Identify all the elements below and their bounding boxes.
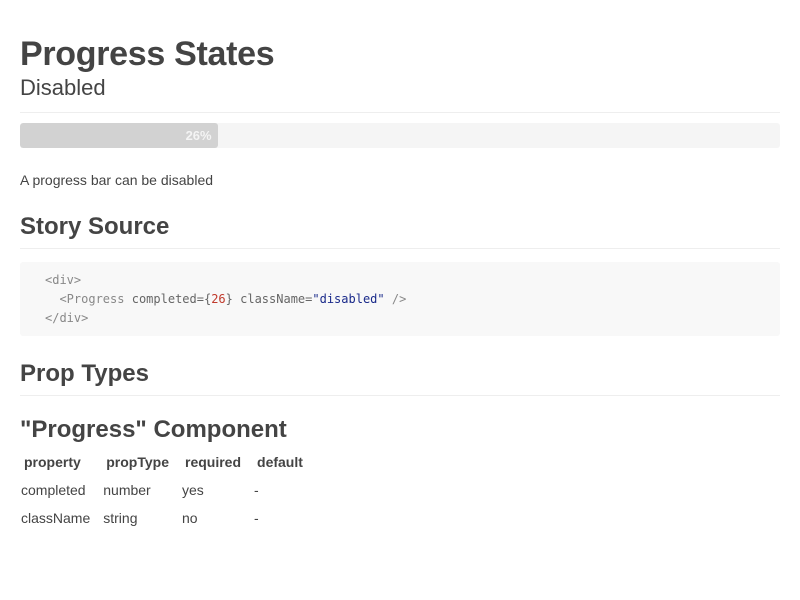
cell-required: no xyxy=(182,510,198,526)
code-number: 26 xyxy=(211,292,226,306)
divider xyxy=(20,248,780,249)
page-subtitle: Disabled xyxy=(20,75,106,100)
progress-bar: 26% xyxy=(20,123,780,148)
cell-required: yes xyxy=(182,482,204,498)
cell-property: className xyxy=(21,510,91,526)
code-brace-close: } xyxy=(225,292,233,306)
code-self-close: /> xyxy=(391,292,407,306)
cell-default: - xyxy=(254,510,259,526)
code-open-tag: <div> xyxy=(45,273,82,287)
column-header-proptype: propType xyxy=(106,454,169,470)
column-header-property: property xyxy=(24,454,81,470)
story-page: Progress States Disabled 26% A progress … xyxy=(0,0,800,532)
page-title: Progress States xyxy=(20,35,275,73)
table-row: className string no - xyxy=(20,504,315,532)
table-row: completed number yes - xyxy=(20,476,315,504)
story-description: A progress bar can be disabled xyxy=(20,172,214,188)
table-header-row: property propType required default xyxy=(20,448,315,476)
divider xyxy=(20,112,780,113)
prop-types-heading: Prop Types xyxy=(20,360,149,387)
cell-property: completed xyxy=(21,482,86,498)
code-string: "disabled" xyxy=(312,292,385,306)
code-component-tag: <Progress xyxy=(59,292,125,306)
column-header-default: default xyxy=(257,454,303,470)
cell-proptype: string xyxy=(103,510,138,526)
cell-proptype: number xyxy=(103,482,151,498)
progress-label: 26% xyxy=(185,128,212,143)
prop-types-table: property propType required default compl… xyxy=(20,448,315,532)
component-heading: "Progress" Component xyxy=(20,416,287,443)
column-header-required: required xyxy=(185,454,242,470)
cell-default: - xyxy=(254,482,259,498)
story-source-code: <div> <Progress completed={26} className… xyxy=(20,262,780,336)
story-source-heading: Story Source xyxy=(20,213,170,240)
code-attr-classname: className= xyxy=(240,292,313,306)
code-attr-completed: completed= xyxy=(131,292,204,306)
divider xyxy=(20,395,780,396)
code-close-tag: </div> xyxy=(45,311,89,325)
progress-fill: 26% xyxy=(20,123,218,148)
